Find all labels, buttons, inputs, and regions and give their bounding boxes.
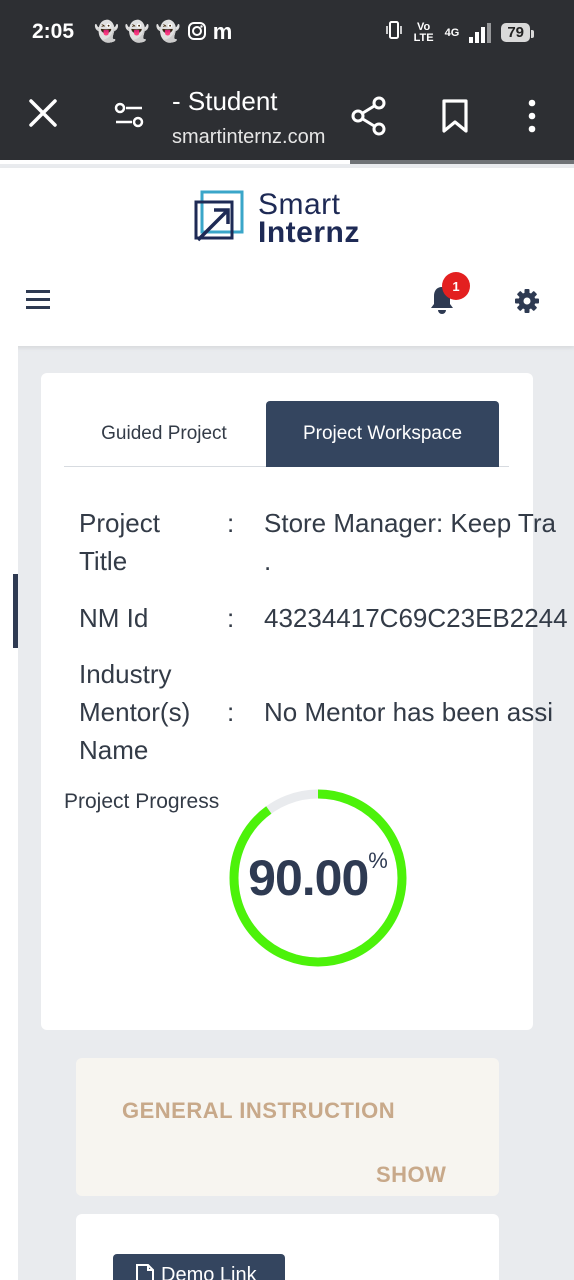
status-right: Vo LTE 4G 79 (385, 19, 534, 46)
browser-toolbar: - Student smartinternz.com (0, 66, 574, 163)
page-load-progress (0, 160, 574, 164)
page-url[interactable]: smartinternz.com (172, 126, 332, 149)
smartinternz-logo[interactable]: Smart Internz (192, 188, 392, 249)
logo-mark-icon (194, 190, 244, 242)
network-type: 4G (444, 26, 460, 39)
nm-id-label: NM Id (79, 603, 149, 633)
status-bar: 2:05 👻 👻 👻 m Vo LTE 4G 79 (0, 0, 574, 66)
snapchat-icon: 👻 (155, 21, 181, 43)
close-icon[interactable] (26, 96, 60, 130)
progress-value-unit: % (368, 848, 388, 873)
snapchat-icon: 👻 (124, 21, 150, 43)
field-colon: : (227, 603, 235, 633)
mentor-label: Industry Mentor(s) Name (79, 655, 190, 769)
signal-icon (469, 22, 492, 43)
instagram-icon (187, 21, 207, 46)
project-title-label-line: Title (79, 546, 128, 576)
tab-guided-project[interactable]: Guided Project (64, 401, 264, 467)
page-load-progress-fill (0, 160, 351, 164)
show-instruction-toggle[interactable]: SHOW (376, 1162, 446, 1188)
general-instruction-heading: GENERAL INSTRUCTION (122, 1098, 396, 1123)
bookmark-icon[interactable] (440, 98, 470, 134)
mentor-label-line: Name (79, 735, 149, 765)
project-title-value: Store Manager: Keep Tra . (264, 504, 574, 580)
progress-value: 90.00 % (226, 786, 410, 970)
field-colon: : (227, 508, 235, 538)
project-title-value-line: Store Manager: Keep Tra (264, 508, 556, 538)
sidebar-active-indicator (13, 574, 18, 648)
site-settings-icon[interactable] (112, 102, 146, 128)
project-title-value-line: . (264, 546, 272, 576)
app-header: Smart Internz 1 (0, 168, 574, 346)
status-time: 2:05 (32, 20, 75, 43)
project-title-label: Project Title (79, 504, 160, 580)
battery-indicator: 79 (501, 23, 534, 42)
volte-indicator: Vo LTE (413, 20, 434, 44)
more-options-icon[interactable] (524, 98, 540, 134)
vibrate-icon (385, 19, 403, 46)
mentor-label-line: Mentor(s) (79, 697, 191, 727)
nm-id-value: 43234417C69C23EB2244 (264, 603, 568, 633)
general-instruction-panel: GENERAL INSTRUCTION SHOW (76, 1058, 499, 1196)
snapchat-icon: 👻 (94, 21, 119, 43)
demo-link-label: Demo Link (161, 1264, 257, 1280)
document-icon (136, 1264, 154, 1280)
progress-value-number: 90.00 (248, 850, 369, 906)
page-title: - Student (172, 86, 278, 116)
project-progress-label: Project Progress (64, 790, 220, 813)
mentor-label-line: Industry (79, 659, 172, 689)
notification-count-badge: 1 (442, 272, 470, 300)
field-colon: : (227, 697, 235, 727)
project-title-label-line: Project (79, 508, 160, 538)
gear-icon[interactable] (514, 288, 540, 314)
notification-icons: 👻 👻 👻 m (94, 21, 232, 46)
mentor-value: No Mentor has been assi (264, 697, 554, 727)
brand-name-line2: Internz (258, 216, 360, 249)
demo-link-button[interactable]: Demo Link (113, 1254, 285, 1280)
m-icon: m (212, 19, 233, 44)
menu-icon[interactable] (26, 290, 50, 310)
sidebar-edge[interactable] (0, 346, 18, 1280)
tab-project-workspace[interactable]: Project Workspace (266, 401, 499, 467)
share-icon[interactable] (350, 96, 388, 136)
project-tabs: Guided Project Project Workspace (64, 401, 509, 467)
